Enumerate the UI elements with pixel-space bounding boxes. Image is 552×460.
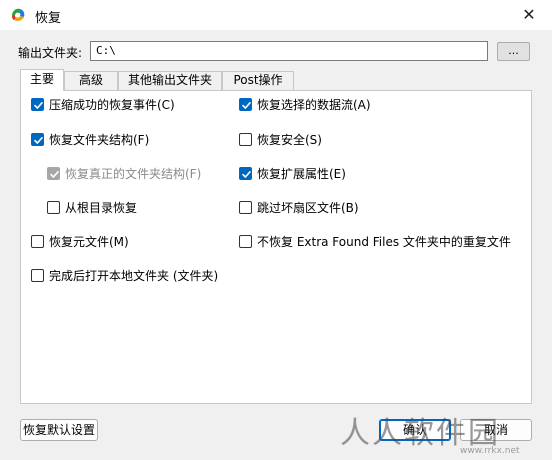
option-label: 完成后打开本地文件夹 (文件夹)	[49, 269, 219, 283]
checkbox[interactable]	[47, 201, 60, 214]
restore-defaults-button[interactable]: 恢复默认设置	[20, 419, 98, 441]
option-label: 跳过坏扇区文件(B)	[257, 201, 359, 215]
output-folder-label: 输出文件夹:	[18, 46, 83, 60]
checkbox[interactable]	[239, 201, 252, 214]
checkbox[interactable]	[239, 235, 252, 248]
ok-button[interactable]: 确认	[379, 419, 451, 441]
option-label: 从根目录恢复	[65, 201, 138, 215]
cancel-button[interactable]: 取消	[460, 419, 532, 441]
option-label: 恢复选择的数据流(A)	[257, 98, 371, 112]
checkbox[interactable]	[31, 98, 44, 111]
checkbox[interactable]	[239, 133, 252, 146]
option-label: 压缩成功的恢复事件(C)	[49, 98, 175, 112]
close-button[interactable]: ✕	[512, 3, 546, 27]
title-bar[interactable]: 恢复 ✕	[0, 0, 552, 30]
checkbox[interactable]	[31, 133, 44, 146]
browse-button[interactable]: ...	[497, 42, 530, 61]
tab-other-output-folders[interactable]: 其他输出文件夹	[118, 71, 222, 90]
option-label: 不恢复 Extra Found Files 文件夹中的重复文件	[257, 235, 511, 249]
checkmark-icon	[34, 102, 43, 109]
tab-advanced[interactable]: 高级	[64, 71, 118, 90]
checkmark-icon	[50, 171, 59, 178]
app-icon	[10, 7, 26, 23]
option-label: 恢复文件夹结构(F)	[49, 133, 150, 147]
dialog-title: 恢复	[35, 11, 62, 26]
checkbox[interactable]	[239, 167, 252, 180]
option-label: 恢复安全(S)	[257, 133, 322, 147]
checkbox[interactable]	[31, 269, 44, 282]
checkmark-icon	[242, 171, 251, 178]
tab-main[interactable]: 主要	[20, 69, 64, 91]
checkbox[interactable]	[31, 235, 44, 248]
option-label: 恢复扩展属性(E)	[257, 167, 346, 181]
checkbox[interactable]	[47, 167, 60, 180]
output-folder-input[interactable]: C:\	[90, 41, 488, 61]
checkmark-icon	[34, 137, 43, 144]
option-label: 恢复真正的文件夹结构(F)	[65, 167, 202, 181]
tab-post-operations[interactable]: Post操作	[222, 71, 294, 90]
watermark-url: www.rrkx.net	[460, 446, 520, 456]
option-label: 恢复元文件(M)	[49, 235, 129, 249]
checkmark-icon	[242, 102, 251, 109]
checkbox[interactable]	[239, 98, 252, 111]
restore-dialog: 恢复 ✕ 输出文件夹: C:\ ... 主要 高级 其他输出文件夹 Post操作…	[0, 0, 552, 460]
